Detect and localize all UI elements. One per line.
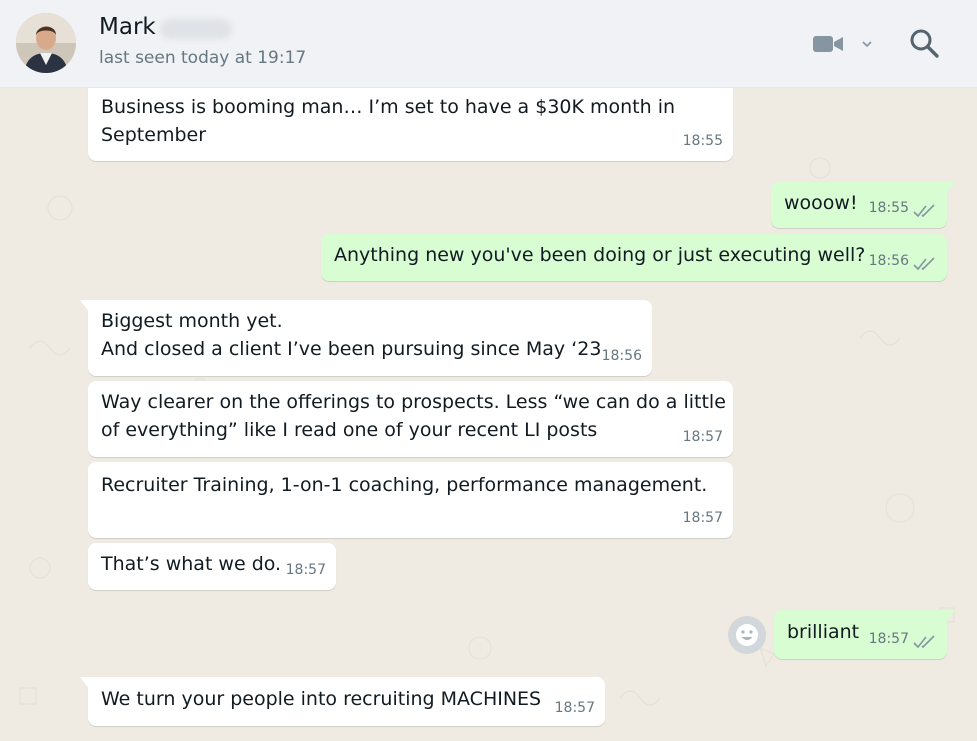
search-icon: [910, 29, 939, 58]
message-time: 18:57: [682, 429, 723, 445]
message-line: Way clearer on the offerings to prospect…: [101, 391, 726, 413]
message-text: brilliant: [787, 621, 860, 643]
last-seen-status: last seen today at 19:17: [99, 48, 307, 68]
message-line: of everything” like I read one of your r…: [101, 419, 598, 441]
video-camera-icon: [813, 36, 843, 52]
read-receipt-icon: [913, 204, 935, 218]
bubble-tail: [80, 677, 90, 690]
contact-name[interactable]: Mark: [99, 14, 156, 40]
message-time: 18:57: [554, 700, 595, 716]
bubble-tail: [80, 300, 90, 313]
incoming-message[interactable]: Biggest month yet. And closed a client I…: [80, 300, 652, 376]
message-time: 18:57: [682, 510, 723, 526]
message-time: 18:57: [868, 631, 909, 647]
message-line: Biggest month yet.: [101, 310, 283, 332]
message-time: 18:55: [868, 200, 909, 216]
message-text: wooow!: [784, 192, 858, 214]
message-text: Biggest month yet. And closed a client I…: [101, 307, 601, 363]
incoming-message[interactable]: We turn your people into recruiting MACH…: [80, 677, 605, 726]
incoming-message[interactable]: Business is booming man… I’m set to have…: [88, 88, 733, 161]
message-time: 18:56: [601, 348, 642, 364]
message-line: September: [101, 124, 207, 146]
chevron-down-icon[interactable]: [860, 39, 874, 49]
message-line: Business is booming man… I’m set to have…: [101, 96, 676, 118]
avatar-photo: [16, 13, 76, 73]
message-text: Business is booming man… I’m set to have…: [101, 93, 675, 149]
bubble-tail: [945, 610, 955, 623]
outgoing-message[interactable]: wooow! 18:55: [771, 182, 955, 228]
incoming-message[interactable]: That’s what we do. 18:57: [88, 543, 336, 590]
incoming-message[interactable]: Way clearer on the offerings to prospect…: [88, 381, 733, 457]
message-line: And closed a client I’ve been pursuing s…: [101, 338, 602, 360]
chat-header: Mark last seen today at 19:17: [0, 0, 977, 88]
smiley-icon: [736, 624, 758, 646]
reaction-button[interactable]: [728, 616, 766, 654]
outgoing-message[interactable]: brilliant 18:57: [774, 610, 955, 659]
bubble-tail: [945, 182, 955, 195]
message-time: 18:57: [285, 562, 326, 578]
redacted-surname: [160, 19, 232, 39]
avatar[interactable]: [16, 13, 76, 73]
message-text: Recruiter Training, 1-on-1 coaching, per…: [101, 474, 708, 496]
read-receipt-icon: [913, 635, 935, 649]
message-text: We turn your people into recruiting MACH…: [101, 688, 542, 710]
outgoing-message[interactable]: Anything new you've been doing or just e…: [321, 234, 947, 281]
message-list[interactable]: Business is booming man… I’m set to have…: [0, 88, 977, 741]
message-time: 18:56: [868, 253, 909, 269]
search-button[interactable]: [906, 26, 942, 62]
message-text: That’s what we do.: [101, 553, 282, 575]
read-receipt-icon: [913, 257, 935, 271]
message-text: Anything new you've been doing or just e…: [334, 244, 866, 266]
incoming-message[interactable]: Recruiter Training, 1-on-1 coaching, per…: [88, 462, 733, 538]
message-text: Way clearer on the offerings to prospect…: [101, 388, 726, 444]
video-call-button[interactable]: [812, 28, 876, 60]
message-time: 18:55: [682, 133, 723, 149]
